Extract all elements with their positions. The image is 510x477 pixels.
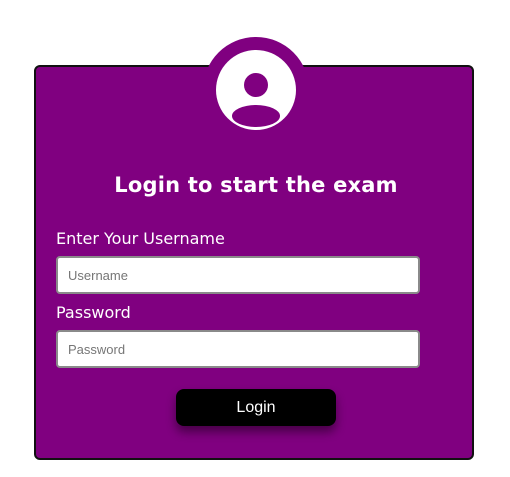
user-avatar-icon xyxy=(216,50,296,130)
username-label: Enter Your Username xyxy=(56,229,225,248)
username-input[interactable] xyxy=(56,256,420,294)
password-label: Password xyxy=(56,303,131,322)
user-silhouette-icon xyxy=(232,73,280,127)
page: Login to start the exam Enter Your Usern… xyxy=(0,0,510,477)
login-button[interactable]: Login xyxy=(176,389,336,426)
login-title: Login to start the exam xyxy=(114,173,398,197)
password-input[interactable] xyxy=(56,330,420,368)
